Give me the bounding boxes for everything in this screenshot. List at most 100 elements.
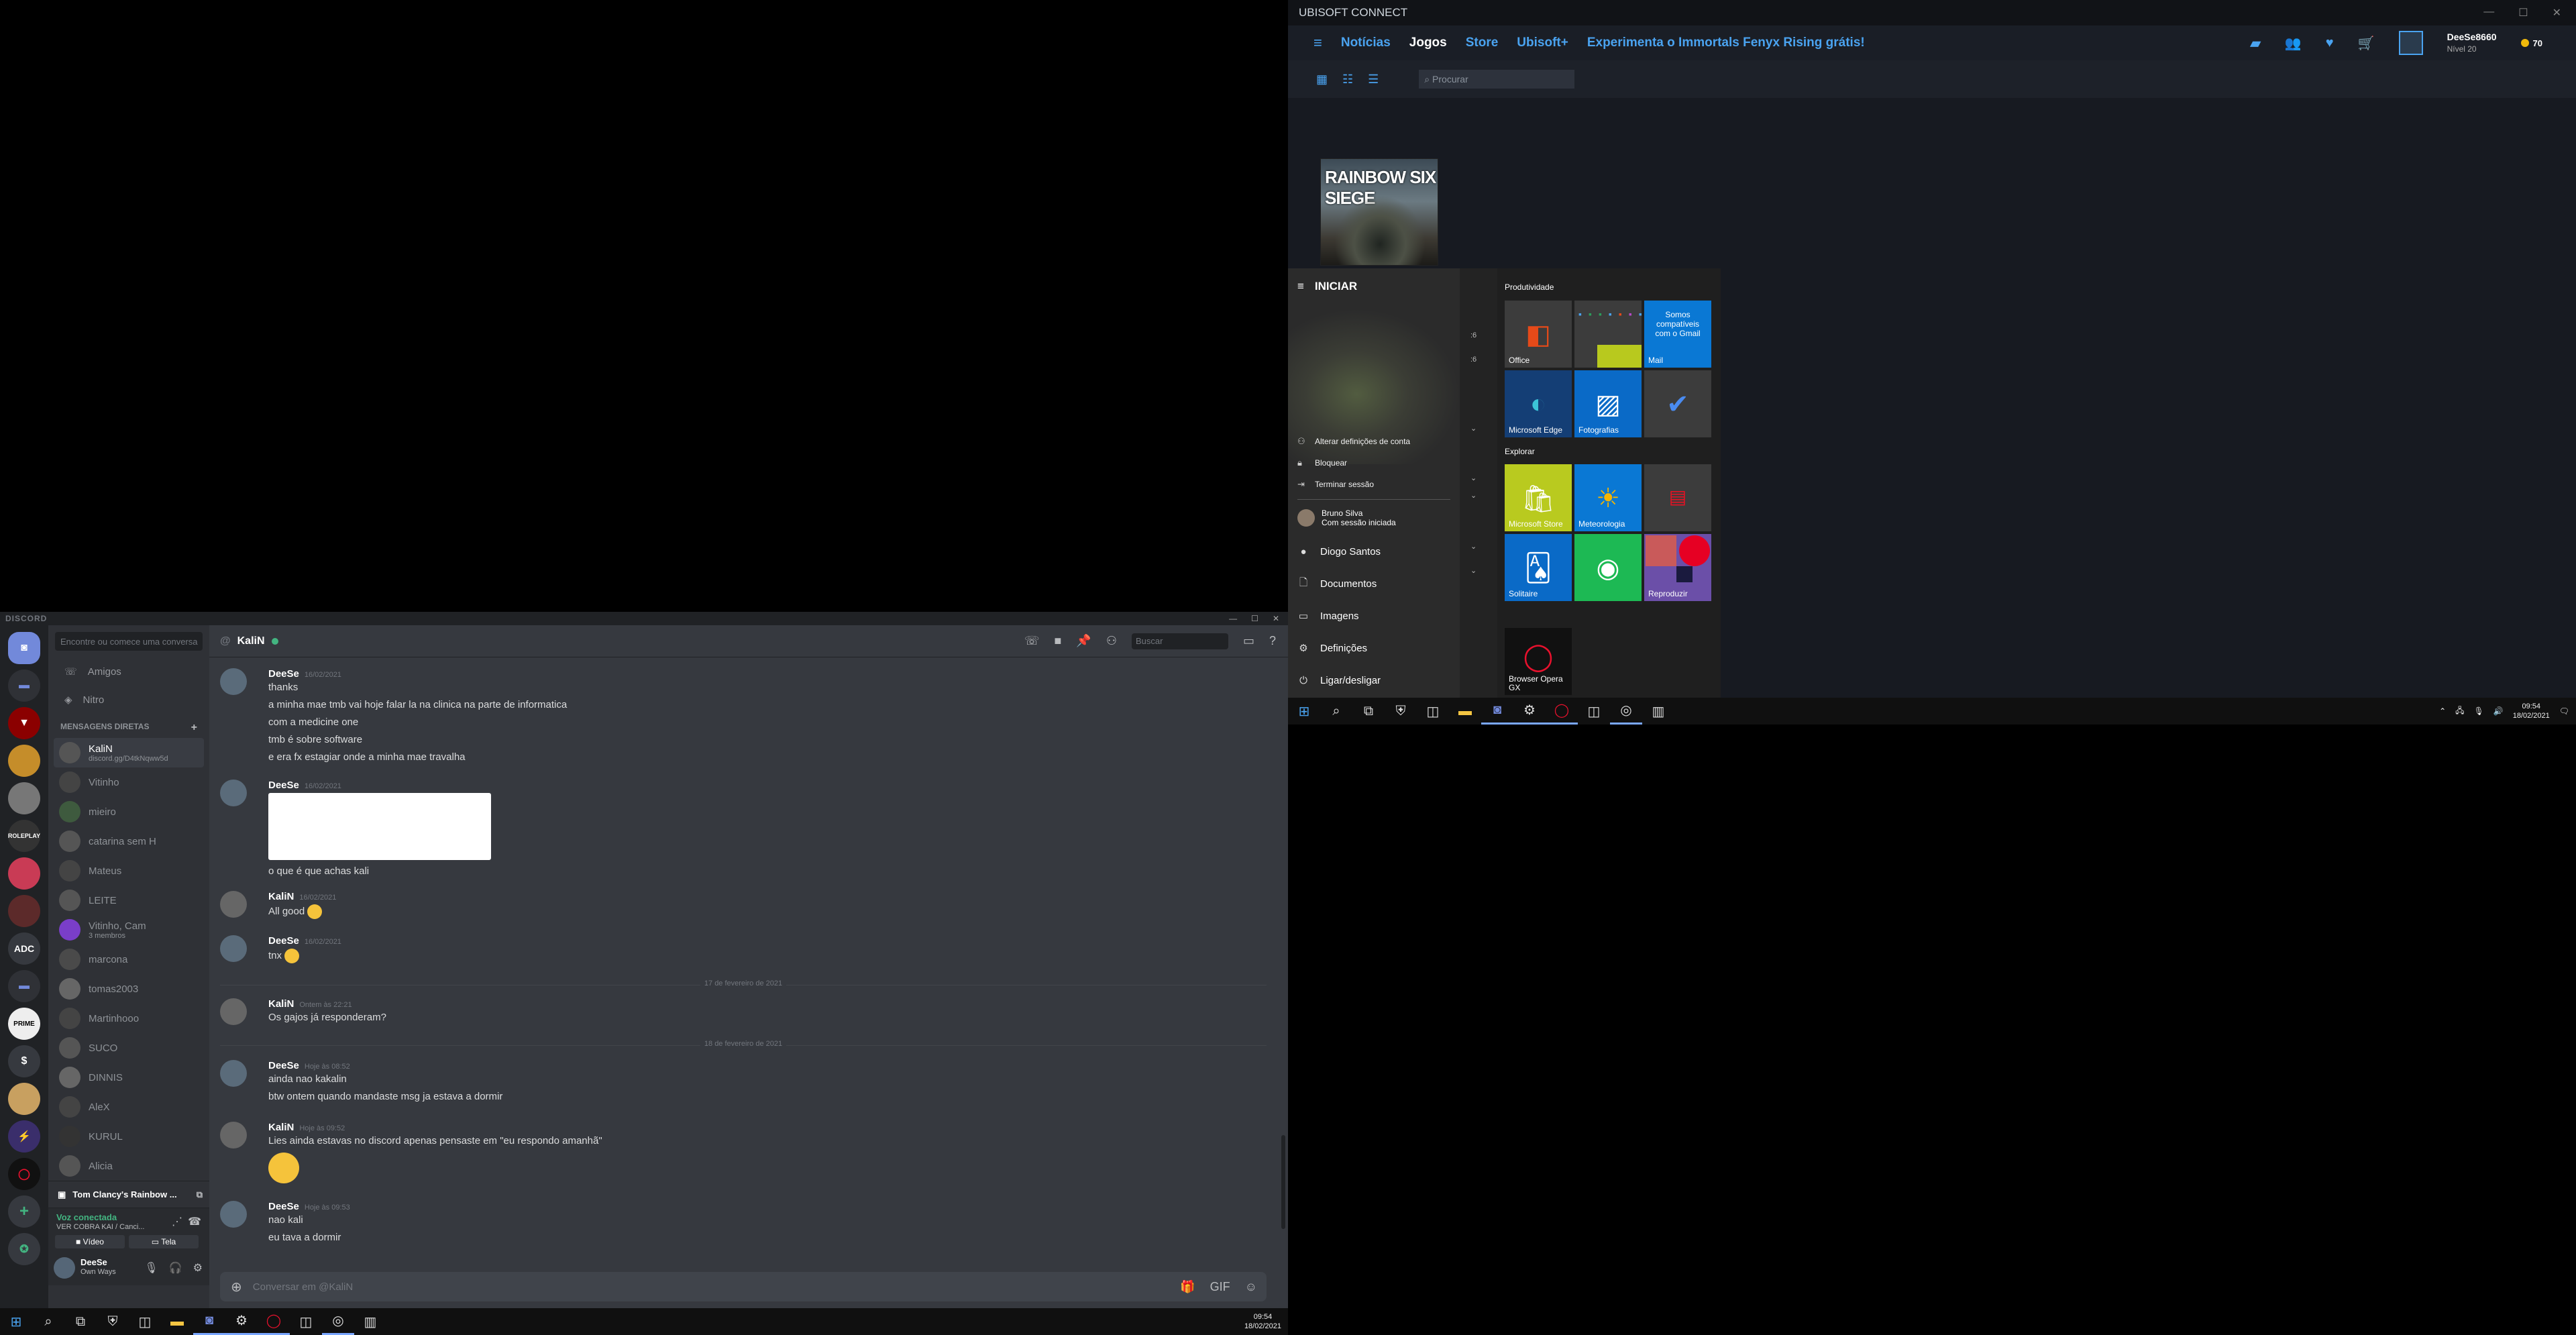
tile-news[interactable]: ▤ (1644, 464, 1711, 531)
mic-icon[interactable]: 🎙 (2474, 706, 2484, 716)
image-attachment[interactable] (268, 793, 491, 860)
headphones-icon[interactable]: 🎧 (169, 1261, 182, 1275)
message-author[interactable]: DeeSe Hoje às 09:53 (268, 1201, 350, 1212)
clock[interactable]: 09:54 18/02/2021 (2513, 702, 2550, 720)
video-button[interactable]: ■ Vídeo (55, 1235, 125, 1248)
dm-item[interactable]: mieiro (48, 797, 209, 826)
nav-store[interactable]: Store (1466, 36, 1499, 50)
tile-office-apps[interactable]: ▪▪▪▪▪▪▪ (1574, 301, 1642, 368)
avatar[interactable] (54, 1257, 75, 1279)
tile-store[interactable]: 🛍 Microsoft Store (1505, 464, 1572, 531)
expand-icon[interactable]: ⌄ (1470, 424, 1477, 433)
dm-item[interactable]: DINNIS (48, 1063, 209, 1092)
opera-icon[interactable]: ◯ (1546, 698, 1578, 725)
gift-icon[interactable]: 🎁 (1180, 1280, 1195, 1294)
dm-item[interactable]: tomas2003 (48, 974, 209, 1004)
voice-channel[interactable]: VER COBRA KAI / Canci... (56, 1223, 144, 1231)
tile-todo[interactable]: ✔ (1644, 370, 1711, 437)
app-icon[interactable]: ◫ (1578, 698, 1610, 725)
gif-icon[interactable]: GIF (1210, 1280, 1230, 1294)
server-icon[interactable]: ⚡ (8, 1120, 40, 1153)
nav-news[interactable]: Notícias (1341, 36, 1391, 50)
server-folder[interactable]: ▬ (8, 670, 40, 702)
notification-icon[interactable]: 🗨 (2559, 706, 2569, 716)
activity-bar[interactable]: ▣ Tom Clancy's Rainbow ... ⧉ (48, 1181, 209, 1208)
avatar[interactable] (2398, 31, 2423, 55)
minimize-icon[interactable]: — (1229, 614, 1238, 623)
dm-item[interactable]: catarina sem H (48, 826, 209, 856)
nav-nitro[interactable]: ◈ Nitro (48, 686, 209, 714)
server-folder[interactable]: ▬ (8, 970, 40, 1002)
chevron-up-icon[interactable]: ⌃ (2439, 706, 2446, 716)
lock-item[interactable]: 🔒︎ Bloquear (1288, 452, 1460, 474)
menu-icon[interactable]: ≡ (1313, 34, 1322, 52)
sign-out-item[interactable]: ⇥ Terminar sessão (1288, 474, 1460, 495)
app-icon[interactable]: ▥ (1642, 698, 1674, 725)
change-account-settings[interactable]: ⚇ Alterar definições de conta (1288, 431, 1460, 452)
friends-icon[interactable]: 👥 (2285, 35, 2302, 52)
add-friend-icon[interactable]: ⚇ (1106, 634, 1117, 648)
tile-edge[interactable]: ◐ Microsoft Edge (1505, 370, 1572, 437)
home-button[interactable]: ◙ (8, 632, 40, 664)
expand-icon[interactable]: ⌄ (1470, 491, 1477, 500)
pin-icon[interactable]: 📌 (1076, 634, 1091, 648)
tile-weather[interactable]: ☀ Meteorologia (1574, 464, 1642, 531)
server-icon[interactable] (8, 857, 40, 890)
windows-start-button[interactable]: ⊞ (1288, 698, 1320, 725)
header-search-input[interactable]: Buscar (1131, 633, 1228, 649)
noise-icon[interactable]: ⋰ (172, 1215, 182, 1228)
search-icon[interactable]: ⌕ (32, 1308, 64, 1335)
dm-item[interactable]: Vitinho (48, 767, 209, 797)
discord-icon[interactable]: ◙ (193, 1308, 225, 1335)
start-link-pictures[interactable]: ▭ Imagens (1288, 600, 1460, 632)
avatar[interactable] (220, 1201, 247, 1228)
windows-start-button[interactable]: ⊞ (0, 1308, 32, 1335)
other-user-item[interactable]: Bruno Silva Com sessão iniciada (1288, 504, 1460, 532)
avatar[interactable] (220, 780, 247, 806)
message-author[interactable]: KaliN Ontem às 22:21 (268, 998, 352, 1010)
disconnect-icon[interactable]: ☎ (188, 1215, 201, 1228)
explore-servers-icon[interactable]: ✪ (8, 1233, 40, 1265)
dm-item[interactable]: AleX (48, 1092, 209, 1122)
dm-item[interactable]: Martinhooo (48, 1004, 209, 1033)
dm-item[interactable]: marcona (48, 945, 209, 974)
cart-icon[interactable]: 🛒 (2358, 35, 2375, 52)
start-link-settings[interactable]: ⚙ Definições (1288, 632, 1460, 664)
app-icon[interactable]: ▥ (354, 1308, 386, 1335)
chrome-icon[interactable]: ◎ (322, 1308, 354, 1335)
volume-icon[interactable]: 🔊 (2493, 706, 2504, 716)
app-icon[interactable]: ◫ (129, 1308, 161, 1335)
task-view-icon[interactable]: ⧉ (64, 1308, 97, 1335)
server-icon-adc[interactable]: ADC (8, 932, 40, 965)
add-server-button[interactable]: + (8, 1195, 40, 1228)
dm-item[interactable]: Alicia (48, 1151, 209, 1181)
close-icon[interactable]: ✕ (2553, 6, 2561, 19)
user-info[interactable]: DeeSe8660 Nível 20 (2447, 31, 2497, 55)
tile-photos[interactable]: ▨ Fotografias (1574, 370, 1642, 437)
hamburger-icon[interactable]: ≡ (1297, 280, 1304, 293)
start-link-user[interactable]: ● Diogo Santos (1288, 535, 1460, 568)
nav-games[interactable]: Jogos (1409, 36, 1447, 50)
tile-office[interactable]: ◧ Office (1505, 301, 1572, 368)
avatar[interactable] (220, 998, 247, 1025)
network-icon[interactable]: 🖧 (2455, 704, 2464, 718)
screen-share-icon[interactable]: ⧉ (197, 1189, 209, 1200)
grid-view-icon[interactable]: ▦ (1316, 72, 1328, 87)
help-icon[interactable]: ? (1269, 634, 1276, 648)
server-icon[interactable]: ROLEPLAY (8, 820, 40, 852)
installed-section-header[interactable]: ⌄Instalados (0, 0, 58, 13)
maximize-icon[interactable]: ☐ (2518, 6, 2528, 19)
dm-item[interactable]: KaliN discord.gg/D4tkNqww5d (54, 738, 204, 767)
expand-icon[interactable]: ⌄ (1470, 542, 1477, 551)
dm-item[interactable]: SUCO (48, 1033, 209, 1063)
server-icon[interactable]: ▼ (8, 707, 40, 739)
tile-mail[interactable]: Somos compatíveis com o Gmail Mail (1644, 301, 1711, 368)
tile-spotify[interactable]: ◉ (1574, 534, 1642, 601)
message-author[interactable]: KaliN Hoje às 09:52 (268, 1122, 345, 1133)
message-author[interactable]: DeeSe 16/02/2021 (268, 935, 341, 947)
mic-icon[interactable]: 🎙 (144, 1261, 158, 1275)
message-author[interactable]: DeeSe Hoje às 08:52 (268, 1060, 350, 1071)
attach-plus-icon[interactable]: ⊕ (231, 1279, 242, 1295)
dm-item[interactable]: Mateus (48, 856, 209, 886)
server-icon[interactable] (8, 895, 40, 927)
